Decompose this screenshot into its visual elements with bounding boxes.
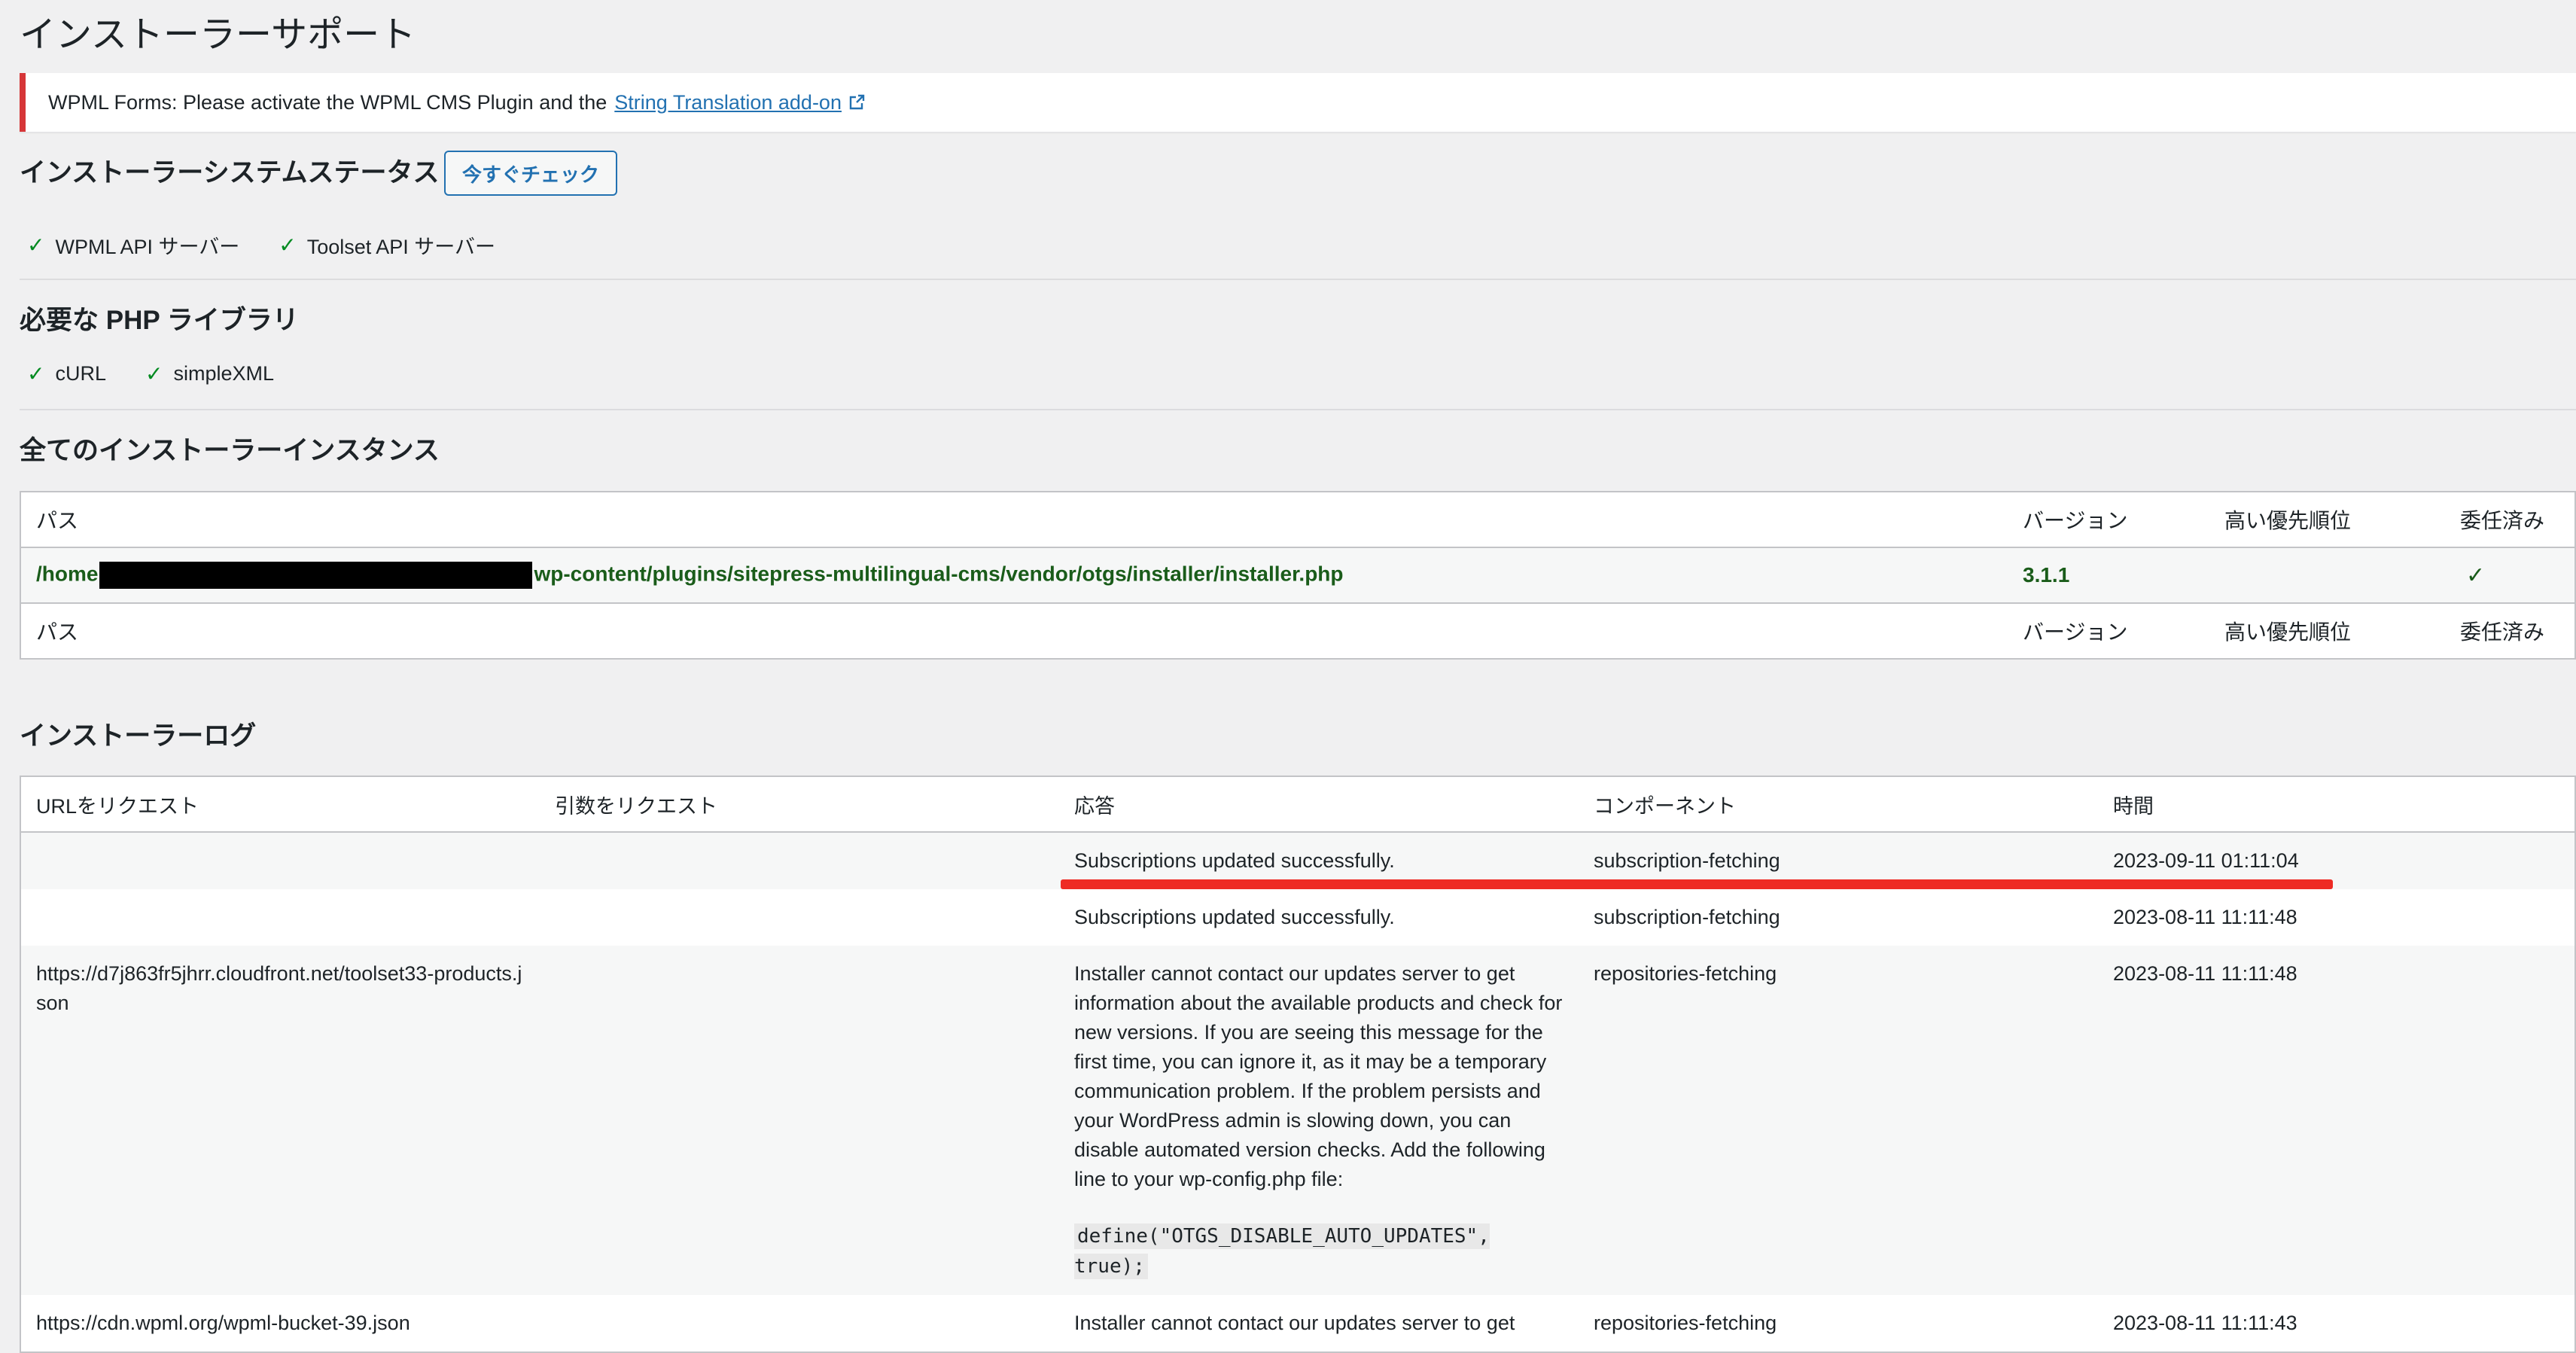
table-row: https://d7j863fr5jhrr.cloudfront.net/too…	[20, 946, 2575, 1295]
table-row: /home wp-content/plugins/sitepress-multil…	[20, 547, 2575, 603]
column-footer-high-priority: 高い優先順位	[2224, 620, 2352, 644]
response-text: Installer cannot contact our updates ser…	[1074, 962, 1563, 1190]
column-header-component: コンポーネント	[1579, 776, 2098, 833]
status-item-wpml-api: ✓ WPML API サーバー	[27, 233, 240, 258]
installer-instances-table: パス バージョン 高い優先順位 委任済み /home wp-content/plu…	[20, 491, 2576, 660]
installer-log-table: URLをリクエスト 引数をリクエスト 応答 コンポーネント 時間 Subscri…	[20, 776, 2576, 1353]
log-heading: インストーラーログ	[20, 721, 257, 751]
external-link-icon[interactable]	[848, 93, 866, 111]
table-row: Subscriptions updated successfully. subs…	[1074, 906, 2297, 928]
table-footer-row: パス バージョン 高い優先順位 委任済み	[20, 603, 2575, 659]
divider	[20, 279, 2576, 280]
config-code-snippet: define("OTGS_DISABLE_AUTO_UPDATES", true…	[1074, 1223, 1490, 1279]
column-header-time: 時間	[2098, 776, 2575, 833]
redacted-block	[99, 562, 533, 589]
checkmark-icon: ✓	[279, 233, 297, 257]
annotation-underline	[1061, 879, 2333, 889]
column-header-path: パス	[36, 509, 79, 532]
notice-text: WPML Forms: Please activate the WPML CMS…	[48, 90, 607, 114]
error-notice: WPML Forms: Please activate the WPML CMS…	[20, 73, 2576, 132]
instance-delegated: ✓	[2445, 547, 2575, 603]
instances-heading: 全てのインストーラーインスタンス	[20, 436, 440, 465]
library-item-simplexml: ✓ simpleXML	[145, 362, 274, 385]
page-title: インストーラーサポート	[20, 15, 416, 55]
table-row: https://cdn.wpml.org/wpml-bucket-39.json…	[36, 1312, 2297, 1334]
string-translation-link[interactable]: String Translation add-on	[614, 91, 842, 114]
table-header-row: パス バージョン 高い優先順位 委任済み	[20, 492, 2575, 547]
column-footer-version: バージョン	[2023, 620, 2128, 644]
library-item-curl: ✓ cURL	[27, 362, 106, 385]
system-status-heading: インストーラーシステムステータス	[20, 158, 440, 187]
column-footer-delegated: 委任済み	[2460, 620, 2545, 644]
instance-high-priority	[2209, 547, 2445, 603]
system-status-list: ✓ WPML API サーバー ✓ Toolset API サーバー	[27, 230, 534, 260]
divider	[20, 409, 2576, 410]
column-header-version: バージョン	[2023, 509, 2128, 532]
instance-path: /home wp-content/plugins/sitepress-multil…	[20, 547, 2008, 603]
php-library-list: ✓ cURL ✓ simpleXML	[27, 361, 313, 386]
table-header-row: URLをリクエスト 引数をリクエスト 応答 コンポーネント 時間	[20, 776, 2575, 833]
column-header-high-priority: 高い優先順位	[2224, 509, 2352, 532]
checkmark-icon: ✓	[27, 362, 45, 385]
checkmark-icon: ✓	[27, 233, 45, 257]
php-libraries-heading: 必要な PHP ライブラリ	[20, 306, 299, 335]
column-header-request-args: 引数をリクエスト	[540, 776, 1059, 833]
column-footer-path: パス	[36, 620, 79, 644]
column-header-response: 応答	[1059, 776, 1579, 833]
checkmark-icon: ✓	[145, 362, 163, 385]
check-now-button[interactable]: 今すぐチェック	[444, 151, 618, 196]
checkmark-icon: ✓	[2466, 562, 2486, 588]
instance-version: 3.1.1	[2023, 563, 2070, 587]
status-item-toolset-api: ✓ Toolset API サーバー	[279, 233, 496, 258]
column-header-request-url: URLをリクエスト	[20, 776, 540, 833]
column-header-delegated: 委任済み	[2460, 509, 2545, 532]
